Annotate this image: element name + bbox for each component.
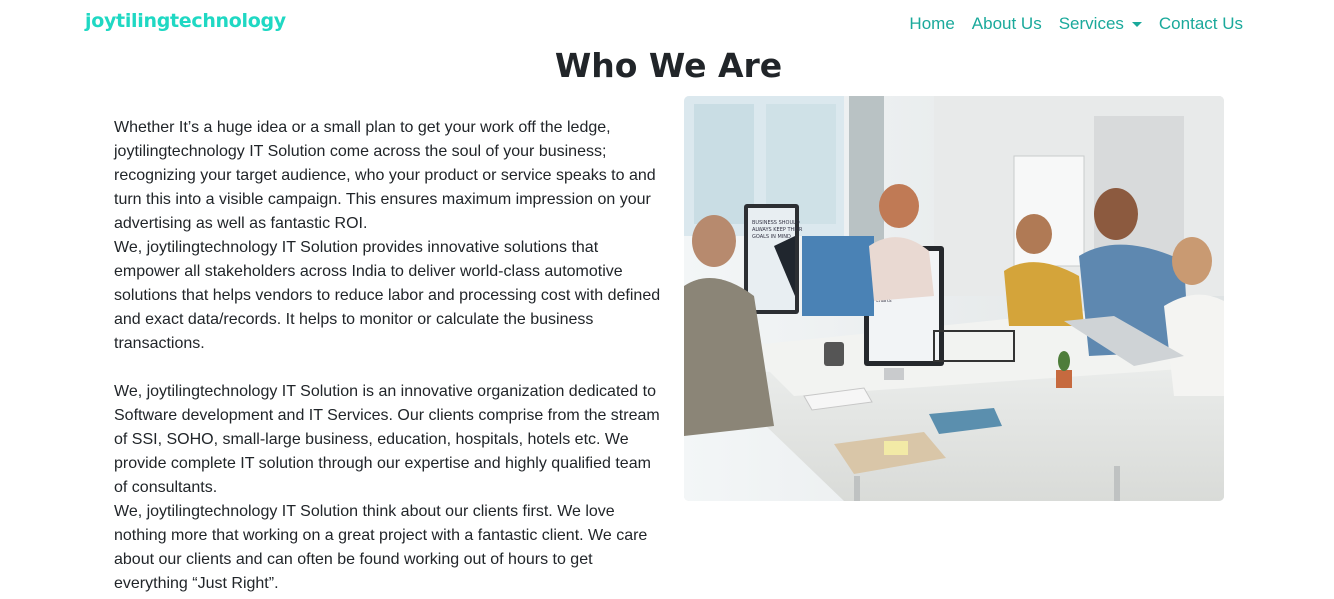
navbar: joytilingtechnology Home About Us Servic… bbox=[0, 0, 1334, 50]
svg-text:ALWAYS KEEP THEIR: ALWAYS KEEP THEIR bbox=[752, 227, 803, 233]
nav-link-home[interactable]: Home bbox=[909, 14, 954, 34]
paragraph-clients-first: We, joytilingtechnology IT Solution thin… bbox=[114, 503, 648, 592]
nav-link-about[interactable]: About Us bbox=[972, 14, 1042, 34]
paragraph-organization: We, joytilingtechnology IT Solution is a… bbox=[114, 383, 660, 496]
paragraph-solutions: We, joytilingtechnology IT Solution prov… bbox=[114, 239, 661, 352]
nav-dropdown-services-label: Services bbox=[1058, 14, 1124, 33]
svg-text:GOALS IN MIND: GOALS IN MIND bbox=[752, 234, 791, 240]
about-text: Whether It’s a huge idea or a small plan… bbox=[114, 116, 662, 596]
brand-logo-link[interactable]: joytilingtechnology bbox=[85, 10, 286, 32]
nav-link-contact[interactable]: Contact Us bbox=[1159, 14, 1243, 34]
nav-dropdown-services[interactable]: Services bbox=[1059, 14, 1142, 34]
caret-down-icon bbox=[1131, 21, 1142, 27]
svg-text:BUSINESS SHOULD: BUSINESS SHOULD bbox=[752, 220, 800, 226]
nav-links: Home About Us Services Contact Us bbox=[909, 14, 1243, 34]
page-title: Who We Are bbox=[554, 46, 783, 85]
paragraph-intro: Whether It’s a huge idea or a small plan… bbox=[114, 119, 656, 232]
team-office-photo: BUSINESS SHOULD ALWAYS KEEP THEIR GOALS … bbox=[684, 96, 1224, 501]
